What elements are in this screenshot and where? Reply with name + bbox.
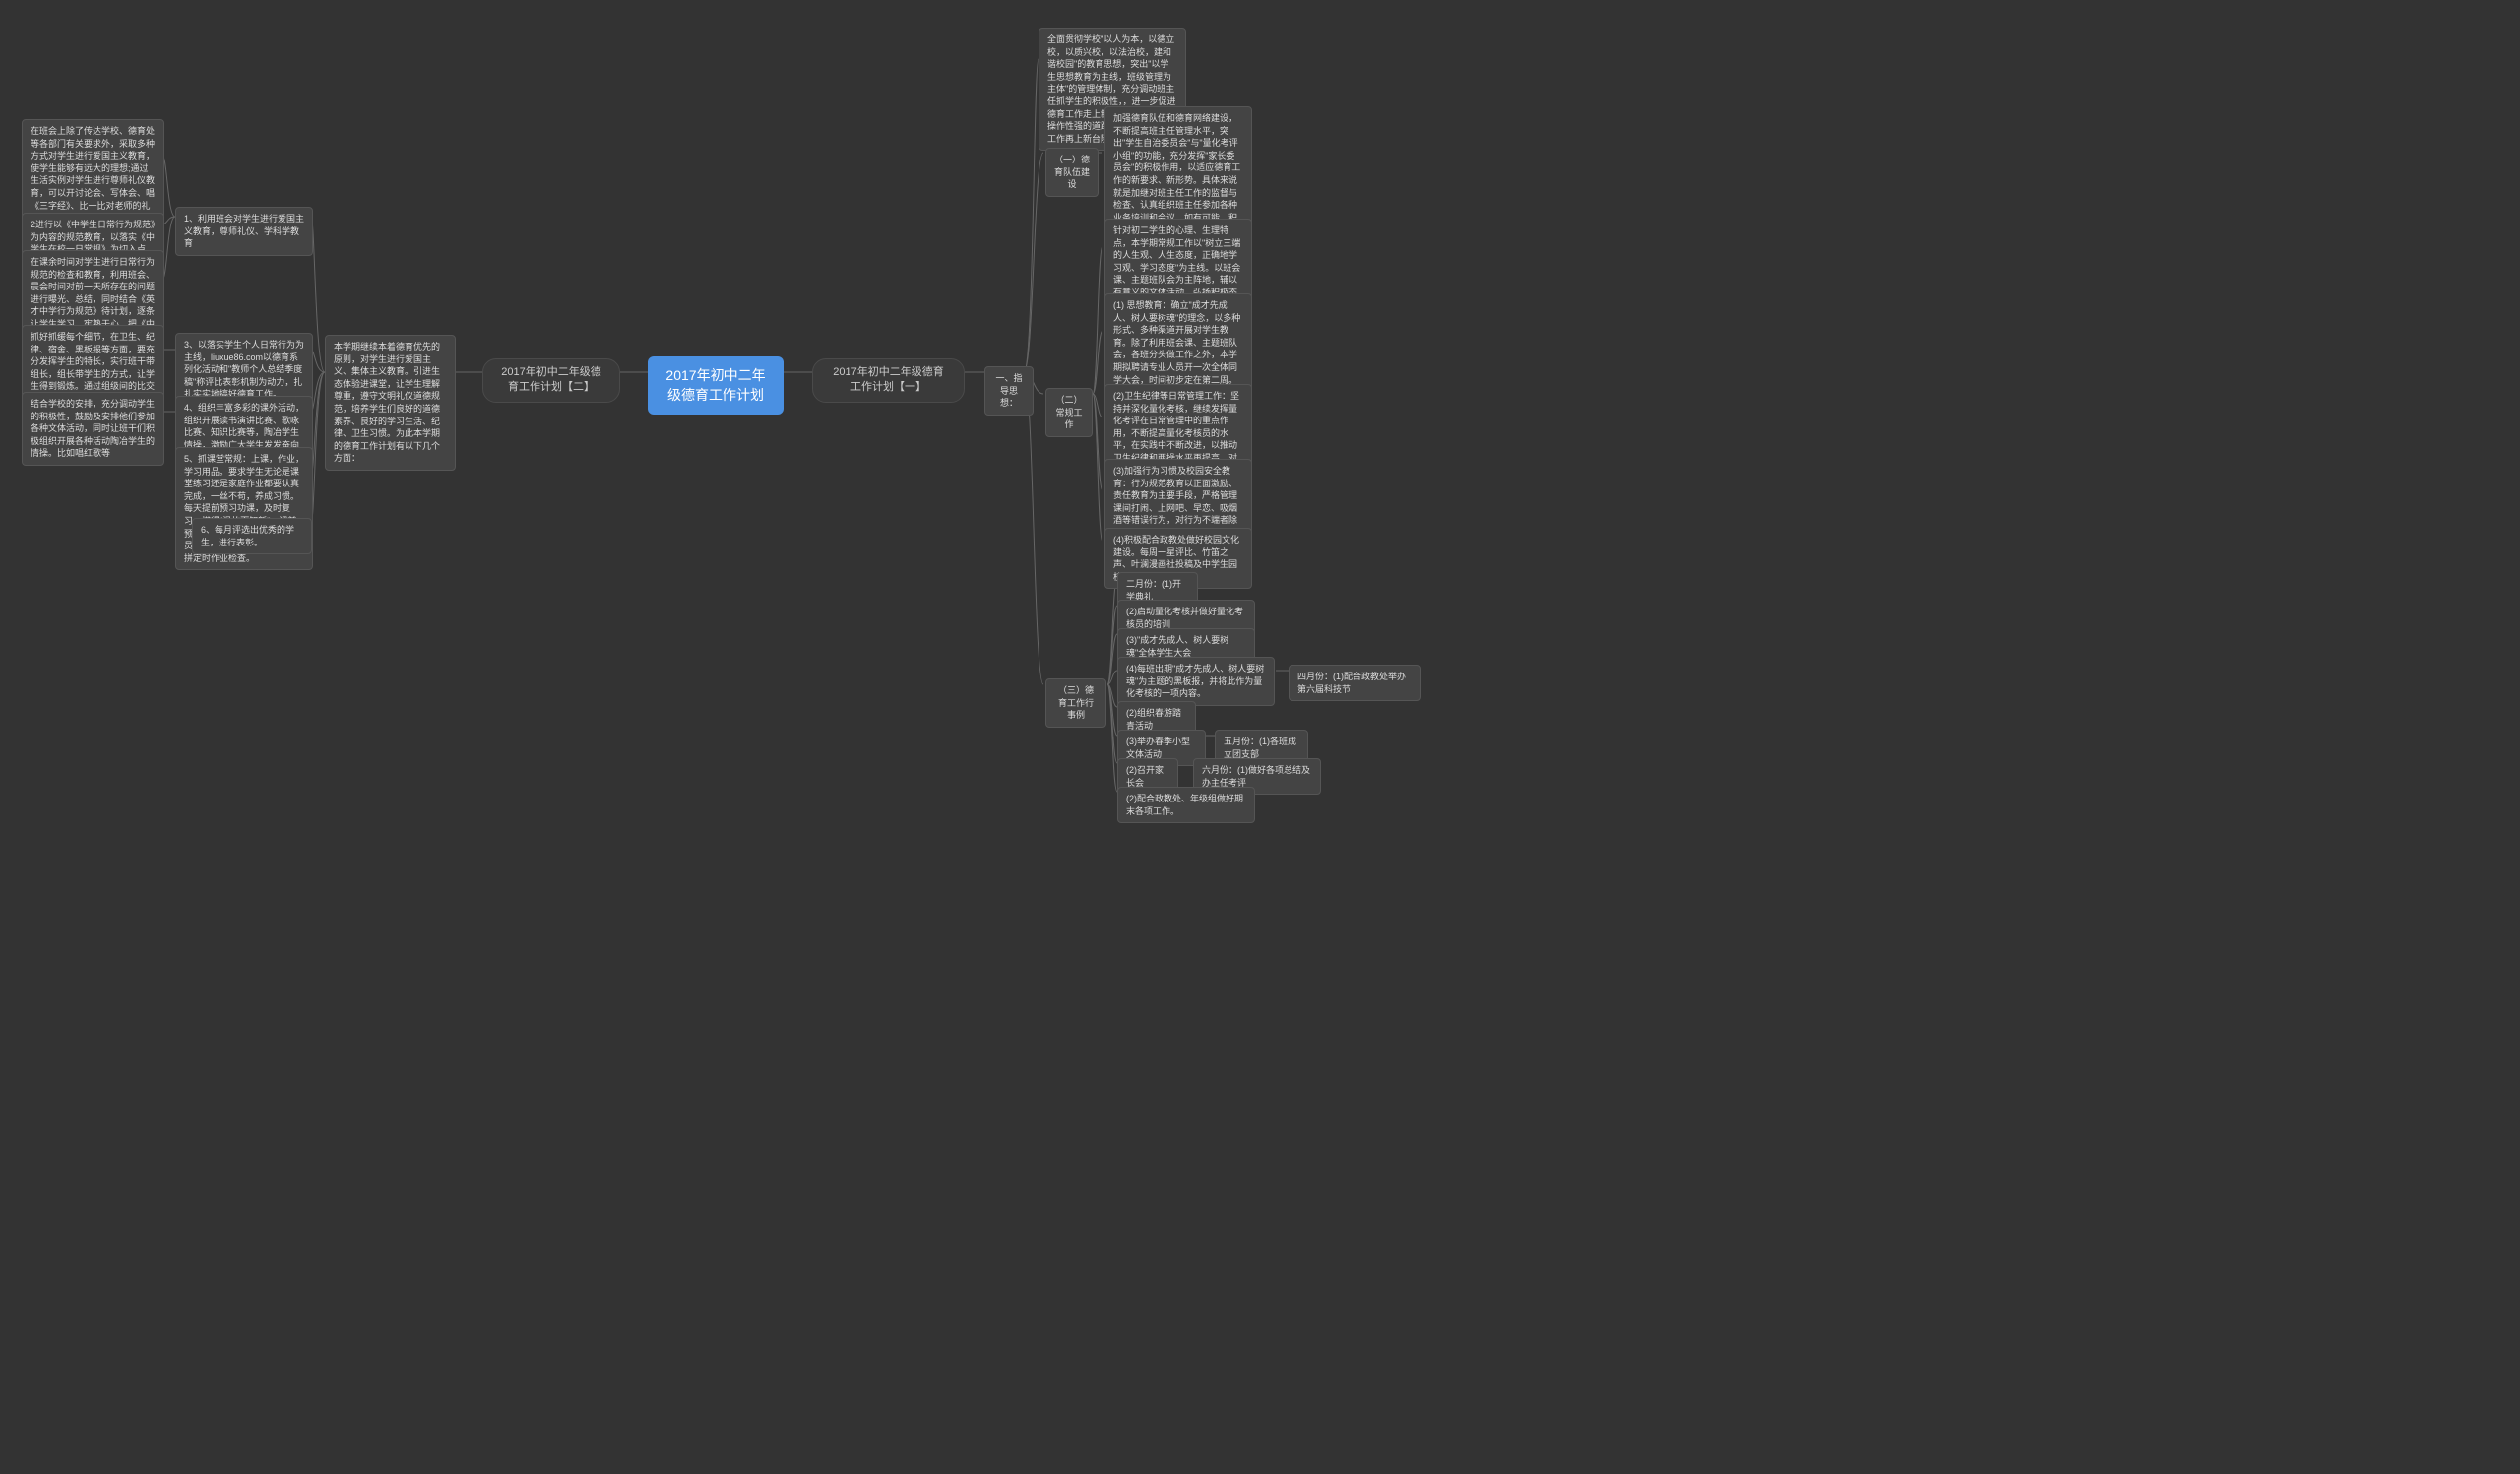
plan2-item5[interactable]: 6、每月评选出优秀的学生，进行表彰。 bbox=[192, 518, 312, 554]
plan1-s4-m4[interactable]: 四月份：(1)配合政教处举办第六届科技节 bbox=[1289, 665, 1421, 701]
plan2-item3a[interactable]: 结合学校的安排，充分调动学生的积极性，鼓励及安排他们参加各种文体活动，同时让班干… bbox=[22, 392, 164, 466]
plan1-s1-label[interactable]: 一、指导思想： bbox=[984, 366, 1034, 416]
plan1-title[interactable]: 2017年初中二年级德育工作计划【一】 bbox=[812, 358, 965, 403]
plan1-s2-label[interactable]: （一）德育队伍建设 bbox=[1045, 148, 1099, 197]
plan1-s4-m3[interactable]: (4)每班出期"成才先成人、树人要树魂"为主题的黑板报，并将此作为量化考核的一项… bbox=[1117, 657, 1275, 706]
root-node[interactable]: 2017年初中二年级德育工作计划 bbox=[648, 356, 784, 415]
plan2-title[interactable]: 2017年初中二年级德育工作计划【二】 bbox=[482, 358, 620, 403]
plan1-s4-m6b[interactable]: (2)配合政教处、年级组做好期末各项工作。 bbox=[1117, 787, 1255, 823]
plan2-item1[interactable]: 1、利用班会对学生进行爱国主义教育，尊师礼仪、学科学教育 bbox=[175, 207, 313, 256]
plan1-s4-label[interactable]: （三）德育工作行事例 bbox=[1045, 678, 1106, 728]
plan2-intro[interactable]: 本学期继续本着德育优先的原则，对学生进行爱国主义、集体主义教育。引进生态体验进课… bbox=[325, 335, 456, 471]
plan1-s3-label[interactable]: （二）常规工作 bbox=[1045, 388, 1093, 437]
